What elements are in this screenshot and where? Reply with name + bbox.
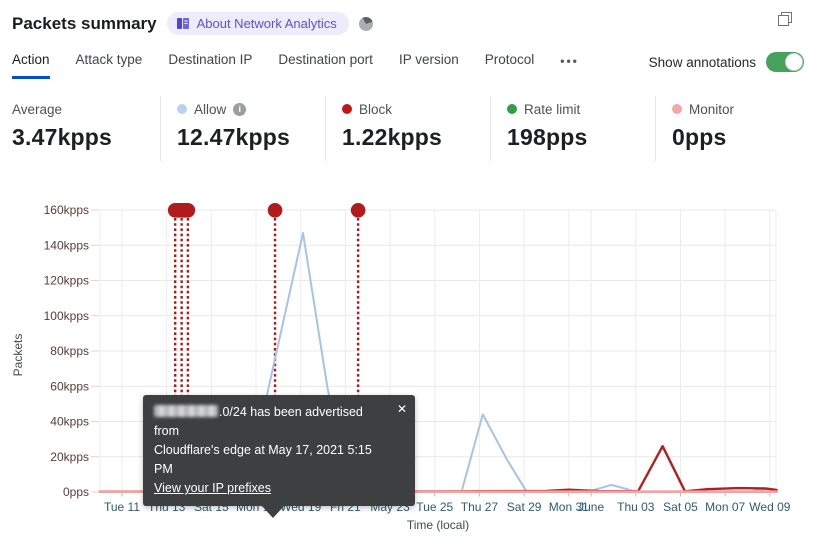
- packets-summary-panel: Packets summary About Network Analytics …: [0, 0, 816, 545]
- show-annotations-toggle[interactable]: [766, 52, 804, 72]
- stat-label: Allow: [194, 101, 227, 117]
- badge-label: About Network Analytics: [196, 16, 337, 31]
- info-icon[interactable]: i: [233, 102, 247, 116]
- book-icon: [176, 18, 189, 29]
- tabs: Action Attack type Destination IP Destinati…: [12, 52, 579, 80]
- annotation-marker[interactable]: [267, 203, 283, 218]
- legend-dot: [507, 104, 517, 114]
- y-tick-label: 0pps: [63, 485, 89, 499]
- tab-ip-version[interactable]: IP version: [399, 52, 459, 79]
- x-tick-label: Sat 29: [507, 500, 542, 514]
- x-tick-label: Thu 27: [461, 500, 499, 514]
- tab-destination-port[interactable]: Destination port: [278, 52, 373, 79]
- tooltip-caret: [261, 505, 285, 518]
- data-freshness-icon: [358, 16, 373, 31]
- x-tick-label: Wed 09: [749, 500, 790, 514]
- y-tick-label: 140kpps: [44, 238, 89, 252]
- annotation-marker[interactable]: [350, 203, 366, 218]
- stats-row: Average 3.47kpps Allow i 12.47kpps Block 1.22k…: [0, 96, 816, 161]
- tooltip-line2: Cloudflare's edge at May 17, 2021 5:15 P…: [154, 443, 372, 476]
- stat-header: Monitor: [672, 100, 734, 118]
- about-network-analytics-badge[interactable]: About Network Analytics: [166, 12, 349, 35]
- x-tick-label: June: [578, 500, 604, 514]
- y-tick-label: 100kpps: [44, 309, 89, 323]
- tooltip-link-row: View your IP prefixes: [154, 479, 389, 498]
- legend-dot: [672, 104, 682, 114]
- annotation-marker[interactable]: [167, 203, 196, 218]
- stat-block: Block 1.22kpps: [325, 96, 490, 161]
- x-tick-label: Tue 25: [416, 500, 453, 514]
- legend-dot: [342, 104, 352, 114]
- stat-header: Allow i: [177, 100, 315, 118]
- stat-header: Block: [342, 100, 480, 118]
- y-tick-label: 20kpps: [50, 450, 89, 464]
- tooltip-line1: .0/24 has been advertised from: [154, 405, 363, 438]
- stat-header: Rate limit: [507, 100, 645, 118]
- toggle-knob: [785, 53, 803, 71]
- y-tick-label: 80kpps: [50, 344, 89, 358]
- view-ip-prefixes-link[interactable]: View your IP prefixes: [154, 481, 271, 495]
- y-axis-title: Packets: [11, 334, 25, 377]
- header: Packets summary About Network Analytics: [12, 12, 373, 35]
- tab-action[interactable]: Action: [12, 52, 50, 79]
- y-tick-label: 120kpps: [44, 274, 89, 288]
- stat-value: 3.47kpps: [12, 124, 113, 150]
- x-tick-label: Mon 07: [705, 500, 745, 514]
- stat-allow: Allow i 12.47kpps: [160, 96, 325, 161]
- stat-label: Average: [12, 101, 63, 117]
- stat-value: 0pps: [672, 124, 727, 150]
- tab-protocol[interactable]: Protocol: [485, 52, 535, 79]
- x-tick-label: Thu 03: [617, 500, 655, 514]
- redacted-ip-prefix: [154, 405, 218, 417]
- stat-value: 198pps: [507, 124, 588, 150]
- stat-header: Average: [12, 100, 150, 118]
- show-annotations-label: Show annotations: [648, 54, 756, 70]
- close-icon[interactable]: ✕: [397, 400, 407, 419]
- x-tick-label: Tue 11: [104, 500, 140, 514]
- x-tick-label: Sat 05: [663, 500, 698, 514]
- annotation-tooltip: ✕ .0/24 has been advertised from Cloudfl…: [143, 395, 415, 518]
- tab-more-button[interactable]: •••: [560, 52, 579, 80]
- y-tick-label: 160kpps: [44, 203, 89, 217]
- stat-label: Block: [359, 101, 393, 117]
- y-tick-label: 60kpps: [50, 379, 89, 393]
- x-axis-title: Time (local): [407, 518, 469, 532]
- stat-monitor: Monitor 0pps: [655, 96, 744, 161]
- page-title: Packets summary: [12, 13, 157, 33]
- stat-value: 12.47kpps: [177, 124, 291, 150]
- stat-label: Rate limit: [524, 101, 581, 117]
- legend-dot: [177, 104, 187, 114]
- stat-label: Monitor: [689, 101, 735, 117]
- stat-rate-limit: Rate limit 198pps: [490, 96, 655, 161]
- expand-window-icon[interactable]: [778, 12, 792, 26]
- tab-bar: Action Attack type Destination IP Destinati…: [12, 52, 804, 80]
- stat-average: Average 3.47kpps: [0, 96, 160, 161]
- stat-value: 1.22kpps: [342, 124, 443, 150]
- show-annotations-control: Show annotations: [649, 52, 804, 80]
- tab-destination-ip[interactable]: Destination IP: [168, 52, 252, 79]
- y-tick-label: 40kpps: [50, 415, 89, 429]
- tab-attack-type[interactable]: Attack type: [76, 52, 143, 79]
